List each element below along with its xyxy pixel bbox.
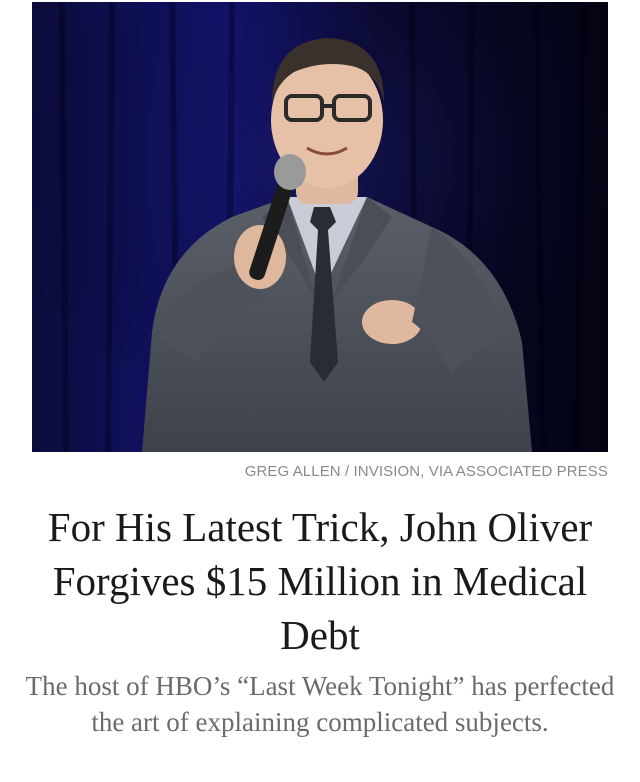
article-headline[interactable]: For His Latest Trick, John Oliver Forgiv… xyxy=(30,500,610,662)
article-photo xyxy=(32,2,608,452)
photo-credit: GREG ALLEN / INVISION, VIA ASSOCIATED PR… xyxy=(244,463,608,480)
article-summary: The host of HBO’s “Last Week Tonight” ha… xyxy=(25,671,615,737)
photo-illustration xyxy=(32,2,608,452)
